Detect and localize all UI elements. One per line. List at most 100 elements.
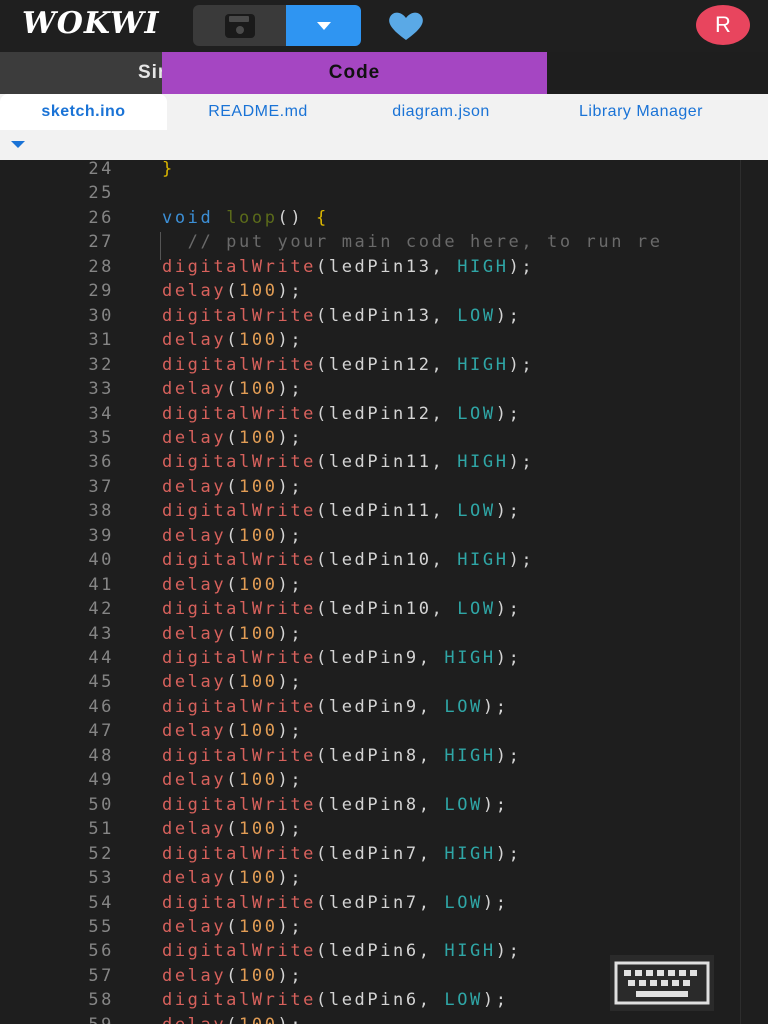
file-tab-label: Library Manager bbox=[579, 103, 703, 120]
code-line[interactable]: 24} bbox=[0, 160, 768, 181]
line-code: digitalWrite(ledPin12, LOW); bbox=[162, 403, 522, 424]
code-line[interactable]: 47 delay(100); bbox=[0, 719, 768, 743]
line-number: 51 bbox=[88, 819, 114, 840]
line-number: 52 bbox=[88, 843, 114, 864]
line-code: digitalWrite(ledPin12, HIGH); bbox=[162, 354, 535, 375]
line-number: 31 bbox=[88, 330, 114, 351]
file-tab-label: diagram.json bbox=[392, 103, 490, 120]
line-code: digitalWrite(ledPin11, HIGH); bbox=[162, 452, 535, 473]
line-code: digitalWrite(ledPin13, LOW); bbox=[162, 305, 522, 326]
line-number: 49 bbox=[88, 770, 114, 791]
line-code: delay(100); bbox=[162, 721, 304, 742]
code-line[interactable]: 52 digitalWrite(ledPin7, HIGH); bbox=[0, 842, 768, 866]
save-button-group bbox=[193, 5, 361, 46]
line-code: delay(100); bbox=[162, 1013, 303, 1024]
top-bar: WOKWI R bbox=[0, 0, 768, 52]
line-code: // put your main code here, to run re bbox=[162, 232, 663, 253]
line-code: delay(100); bbox=[162, 672, 304, 693]
line-number: 24 bbox=[88, 160, 114, 179]
line-number: 50 bbox=[88, 794, 114, 815]
line-number: 42 bbox=[88, 599, 114, 620]
line-code: void loop() { bbox=[162, 207, 329, 228]
code-line[interactable]: 59 delay(100); bbox=[0, 1013, 768, 1024]
code-line[interactable]: 29 delay(100); bbox=[0, 279, 768, 303]
code-line[interactable]: 44 digitalWrite(ledPin9, HIGH); bbox=[0, 646, 768, 670]
save-options-dropdown[interactable] bbox=[286, 5, 361, 46]
line-code: digitalWrite(ledPin9, LOW); bbox=[162, 696, 509, 717]
code-line[interactable]: 26 void loop() { bbox=[0, 206, 768, 230]
tab-code[interactable]: Code bbox=[162, 52, 547, 94]
code-line[interactable]: 48 digitalWrite(ledPin8, HIGH); bbox=[0, 744, 768, 768]
code-line[interactable]: 43 delay(100); bbox=[0, 622, 768, 646]
line-code: digitalWrite(ledPin6, LOW); bbox=[162, 990, 509, 1011]
line-number: 56 bbox=[88, 941, 114, 962]
line-code: digitalWrite(ledPin10, HIGH); bbox=[162, 550, 535, 571]
code-line[interactable]: 37 delay(100); bbox=[0, 475, 768, 499]
code-line[interactable]: 31 delay(100); bbox=[0, 328, 768, 352]
code-line[interactable]: 30 digitalWrite(ledPin13, LOW); bbox=[0, 304, 768, 328]
code-line[interactable]: 46 digitalWrite(ledPin9, LOW); bbox=[0, 695, 768, 719]
line-number: 41 bbox=[88, 574, 114, 595]
caret-down-icon[interactable] bbox=[10, 139, 26, 149]
file-tab-diagram-json[interactable]: diagram.json bbox=[365, 94, 517, 130]
file-tab-library-manager[interactable]: Library Manager bbox=[548, 94, 734, 130]
file-tab-sketch-ino[interactable]: sketch.ino bbox=[0, 94, 167, 130]
line-code: delay(100); bbox=[162, 965, 304, 986]
line-number: 26 bbox=[88, 207, 114, 228]
line-code: delay(100); bbox=[162, 525, 304, 546]
code-line[interactable]: 45 delay(100); bbox=[0, 670, 768, 694]
code-line[interactable]: 28 digitalWrite(ledPin13, HIGH); bbox=[0, 255, 768, 279]
code-line[interactable]: 42 digitalWrite(ledPin10, LOW); bbox=[0, 597, 768, 621]
line-code: delay(100); bbox=[162, 819, 304, 840]
line-number: 53 bbox=[88, 868, 114, 889]
code-editor[interactable]: 24} 25 26 void loop() {27 // put your main … bbox=[0, 160, 768, 1024]
line-code: delay(100); bbox=[162, 379, 304, 400]
code-line[interactable]: 49 delay(100); bbox=[0, 768, 768, 792]
save-button[interactable] bbox=[193, 5, 286, 46]
line-code: digitalWrite(ledPin6, HIGH); bbox=[162, 941, 522, 962]
code-line[interactable]: 27 // put your main code here, to run re bbox=[0, 230, 768, 254]
line-code: delay(100); bbox=[162, 770, 304, 791]
line-number: 46 bbox=[88, 696, 114, 717]
code-line[interactable]: 41 delay(100); bbox=[0, 573, 768, 597]
wokwi-logo[interactable]: WOKWI bbox=[22, 6, 172, 42]
code-line[interactable]: 40 digitalWrite(ledPin10, HIGH); bbox=[0, 548, 768, 572]
keyboard-button[interactable] bbox=[610, 955, 714, 1011]
line-code: delay(100); bbox=[162, 427, 304, 448]
code-line[interactable]: 32 digitalWrite(ledPin12, HIGH); bbox=[0, 353, 768, 377]
line-number: 25 bbox=[88, 183, 114, 204]
file-tabs: sketch.ino README.md diagram.json Librar… bbox=[0, 94, 768, 160]
code-line[interactable]: 50 digitalWrite(ledPin8, LOW); bbox=[0, 793, 768, 817]
line-number: 30 bbox=[88, 305, 114, 326]
code-line[interactable]: 51 delay(100); bbox=[0, 817, 768, 841]
line-number: 36 bbox=[88, 452, 114, 473]
save-icon bbox=[224, 13, 255, 38]
line-number: 38 bbox=[88, 501, 114, 522]
line-number: 44 bbox=[88, 648, 114, 668]
line-code: } bbox=[162, 160, 175, 179]
code-line[interactable]: 36 digitalWrite(ledPin11, HIGH); bbox=[0, 450, 768, 474]
line-number: 39 bbox=[88, 525, 114, 546]
line-code: digitalWrite(ledPin9, HIGH); bbox=[162, 648, 522, 668]
line-number: 54 bbox=[88, 892, 114, 913]
line-number: 35 bbox=[88, 427, 114, 448]
code-line[interactable]: 54 digitalWrite(ledPin7, LOW); bbox=[0, 891, 768, 915]
code-line[interactable]: 25 bbox=[0, 181, 768, 205]
line-code: digitalWrite(ledPin11, LOW); bbox=[162, 501, 522, 522]
user-avatar[interactable]: R bbox=[696, 5, 750, 45]
line-number: 55 bbox=[88, 916, 114, 937]
code-line[interactable]: 38 digitalWrite(ledPin11, LOW); bbox=[0, 499, 768, 523]
code-line[interactable]: 33 delay(100); bbox=[0, 377, 768, 401]
line-number: 47 bbox=[88, 721, 114, 742]
code-line[interactable]: 53 delay(100); bbox=[0, 866, 768, 890]
line-code: digitalWrite(ledPin7, HIGH); bbox=[162, 843, 522, 864]
code-line[interactable]: 39 delay(100); bbox=[0, 524, 768, 548]
code-line[interactable]: 35 delay(100); bbox=[0, 426, 768, 450]
code-line[interactable]: 34 digitalWrite(ledPin12, LOW); bbox=[0, 402, 768, 426]
tab-code-label: Code bbox=[328, 62, 381, 83]
line-number: 37 bbox=[88, 476, 114, 497]
caret-down-icon bbox=[316, 21, 331, 30]
code-line[interactable]: 55 delay(100); bbox=[0, 915, 768, 939]
file-tab-readme[interactable]: README.md bbox=[180, 94, 336, 130]
heart-icon[interactable] bbox=[386, 10, 426, 42]
